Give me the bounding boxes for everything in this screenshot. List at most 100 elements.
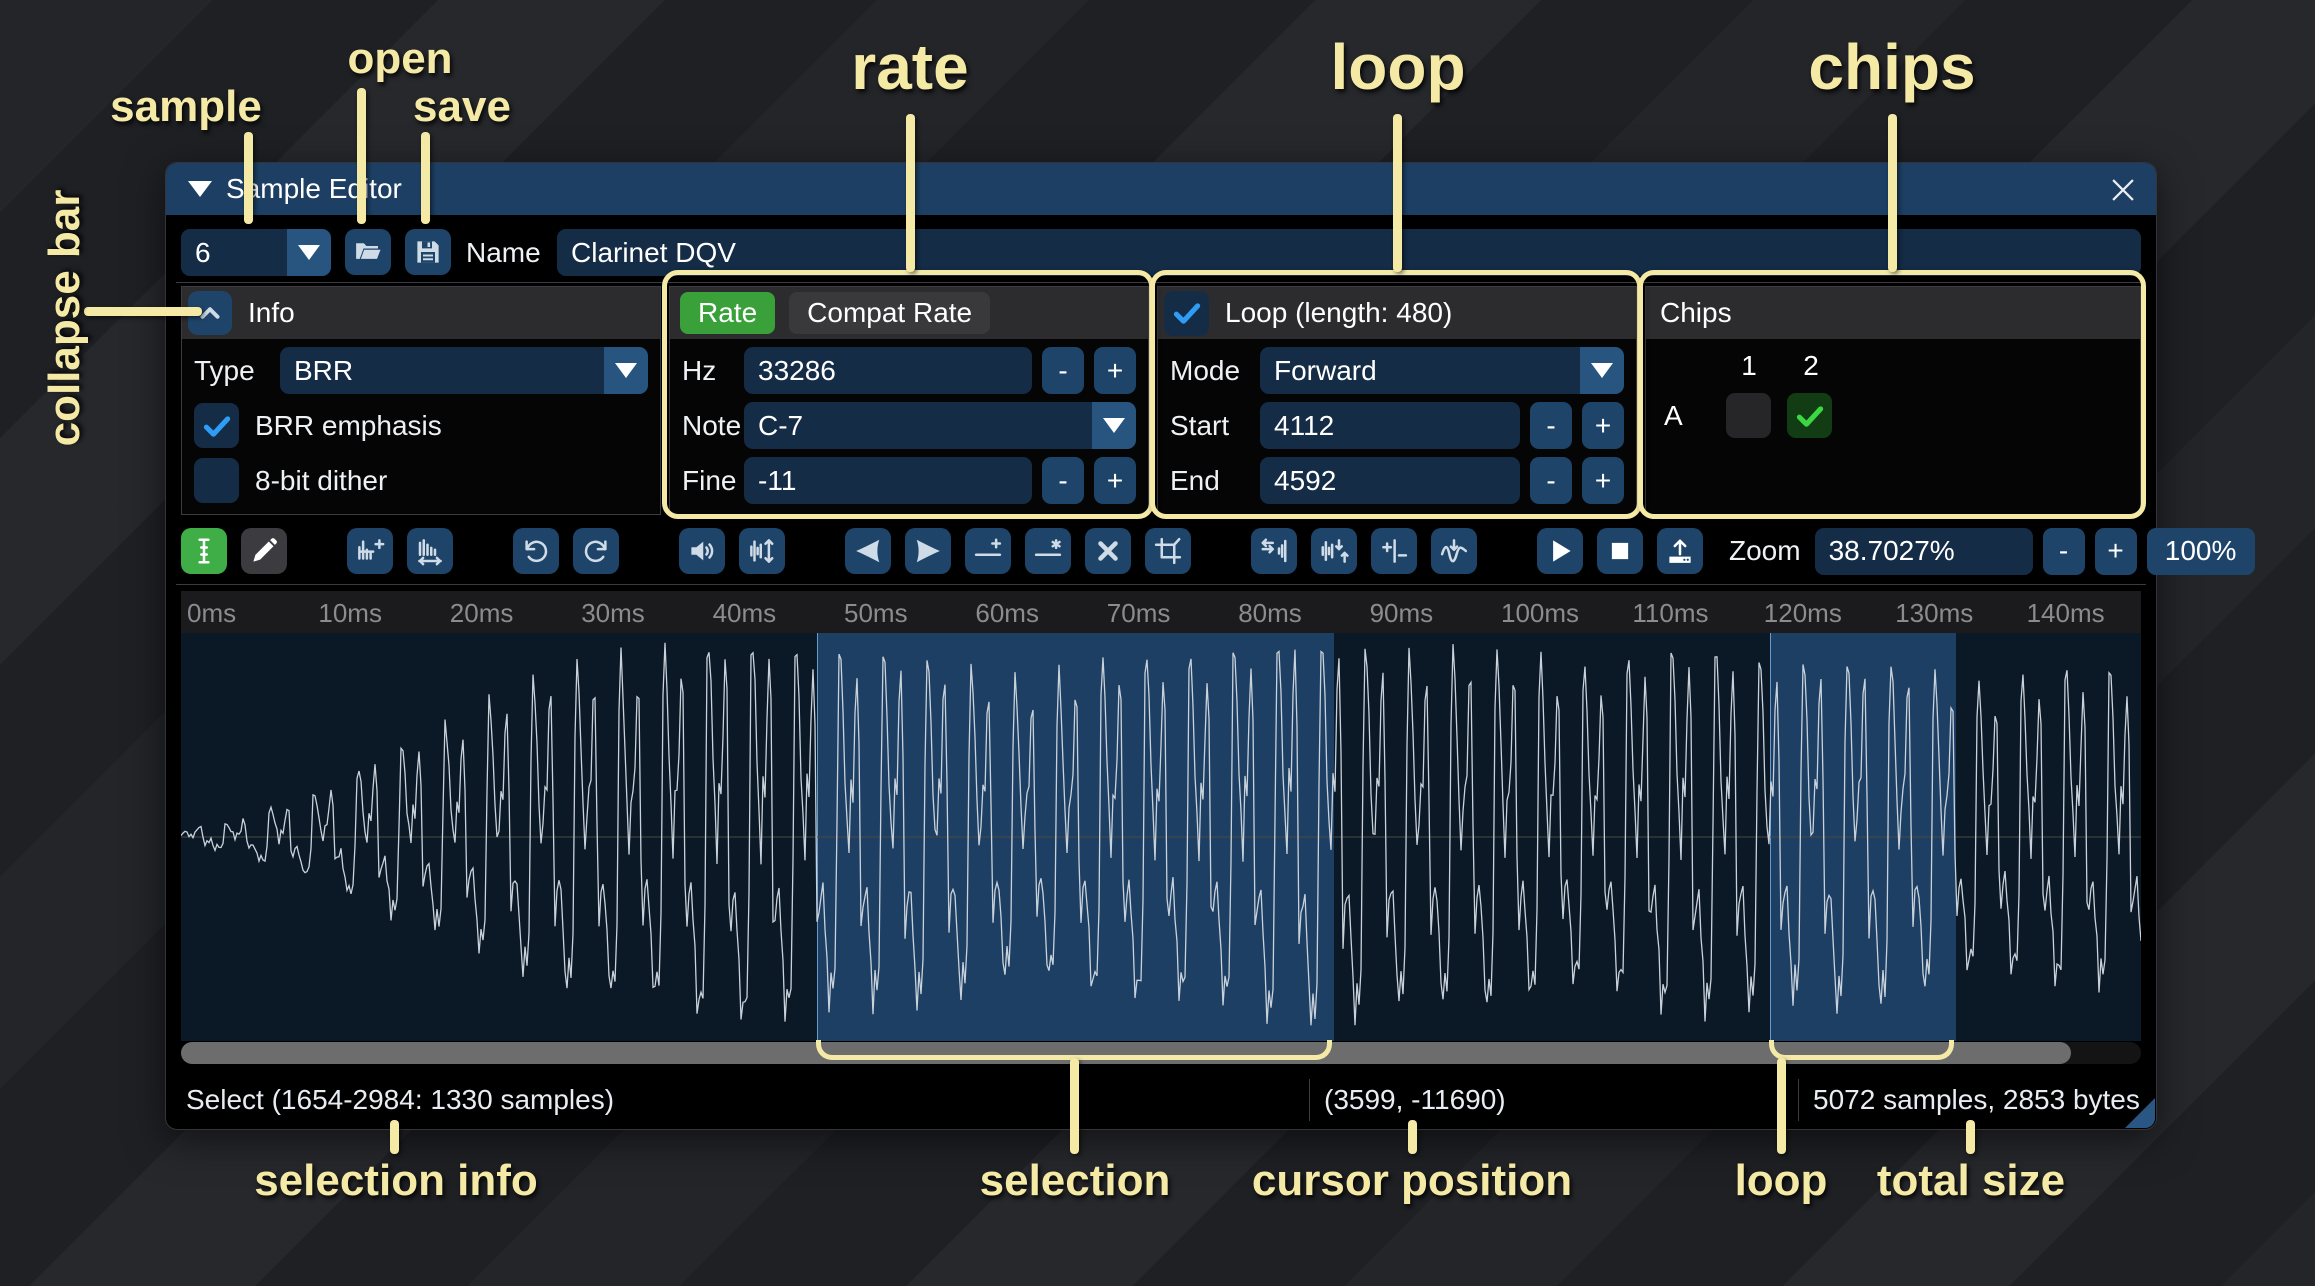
close-icon[interactable]: [2106, 173, 2140, 207]
annotation-line-chips: [1888, 114, 1897, 272]
stop-preview-button[interactable]: [1597, 528, 1643, 574]
annotation-outline-chips: [1638, 270, 2146, 519]
fade-out-button[interactable]: [905, 528, 951, 574]
cursor-position-text: (3599, -11690): [1324, 1084, 1506, 1116]
redo-button[interactable]: [573, 528, 619, 574]
ruler-label: 140ms: [2027, 598, 2105, 629]
annotation-save: save: [413, 82, 511, 132]
zoom-label: Zoom: [1729, 535, 1801, 567]
ruler-label: 40ms: [713, 598, 777, 629]
resize-icon: [355, 536, 385, 566]
annotation-bracket-loop: [1769, 1040, 1954, 1060]
preview-button[interactable]: [1537, 528, 1583, 574]
sample-name-value: Clarinet DQV: [571, 237, 736, 269]
insert-silence-button[interactable]: [965, 528, 1011, 574]
folder-open-icon: [353, 237, 383, 267]
ruler-label: 80ms: [1238, 598, 1302, 629]
ruler-label: 20ms: [450, 598, 514, 629]
ruler-label: 70ms: [1107, 598, 1171, 629]
type-row: Type BRR: [194, 347, 648, 394]
trim-icon: [1153, 536, 1183, 566]
dither-label: 8-bit dither: [255, 465, 387, 497]
annotation-line-save: [421, 132, 430, 224]
ruler-label: 130ms: [1895, 598, 1973, 629]
divider: [1309, 1079, 1310, 1121]
ruler-label: 10ms: [318, 598, 382, 629]
resample-icon: [415, 536, 445, 566]
window-resize-grip[interactable]: [2125, 1098, 2155, 1128]
apply-silence-icon: [1033, 536, 1063, 566]
fade-in-button[interactable]: [845, 528, 891, 574]
save-sample-button[interactable]: [405, 229, 451, 275]
sample-number: 6: [195, 237, 211, 269]
trim-button[interactable]: [1145, 528, 1191, 574]
fade-out-icon: [913, 536, 943, 566]
make-wavetable-button[interactable]: [1657, 528, 1703, 574]
amplify-icon: [687, 536, 717, 566]
annotation-rate: rate: [851, 30, 968, 104]
brr-emphasis-checkbox[interactable]: [194, 403, 239, 448]
ibeam-cursor-icon: [189, 536, 219, 566]
brr-emphasis-label: BRR emphasis: [255, 410, 442, 442]
titlebar[interactable]: Sample Editor: [166, 163, 2156, 215]
apply-silence-button[interactable]: [1025, 528, 1071, 574]
edit-mode-draw-button[interactable]: [241, 528, 287, 574]
normalize-button[interactable]: [739, 528, 785, 574]
annotation-open: open: [347, 34, 452, 84]
pencil-icon: [249, 536, 279, 566]
name-label: Name: [466, 237, 541, 269]
sample-name-input[interactable]: Clarinet DQV: [557, 229, 2141, 276]
zoom-out-button[interactable]: -: [2043, 528, 2085, 575]
time-ruler[interactable]: 0ms10ms20ms30ms40ms50ms60ms70ms80ms90ms1…: [181, 591, 2141, 633]
dropdown-arrow-icon[interactable]: [287, 229, 331, 276]
annotation-line-loop: [1393, 114, 1402, 272]
zoom-reset-button[interactable]: 100%: [2147, 528, 2255, 575]
edit-mode-select-button[interactable]: [181, 528, 227, 574]
zoom-in-button[interactable]: +: [2095, 528, 2137, 575]
reverse-icon: [1259, 536, 1289, 566]
resample-button[interactable]: [407, 528, 453, 574]
sign-icon: [1379, 536, 1409, 566]
annotation-stem-selection: [1070, 1058, 1079, 1154]
amplify-button[interactable]: [679, 528, 725, 574]
sample-select-dropdown[interactable]: 6: [181, 229, 331, 276]
annotation-line-sample: [244, 132, 253, 224]
annotation-line-collapse-bar: [84, 307, 202, 316]
annotation-line-open: [357, 88, 366, 224]
ruler-label: 120ms: [1764, 598, 1842, 629]
invert-button[interactable]: [1311, 528, 1357, 574]
upload-icon: [1665, 536, 1695, 566]
zoom-value: 38.7027%: [1829, 535, 1955, 567]
ruler-label: 60ms: [975, 598, 1039, 629]
annotation-line-cursor-position: [1408, 1120, 1417, 1154]
ruler-label: 50ms: [844, 598, 908, 629]
annotation-outline-rate: [662, 270, 1154, 519]
invert-icon: [1319, 536, 1349, 566]
dropdown-arrow-icon[interactable]: [604, 347, 648, 394]
window-collapse-icon[interactable]: [188, 181, 212, 197]
sign-button[interactable]: [1371, 528, 1417, 574]
type-dropdown[interactable]: BRR: [280, 347, 648, 394]
ruler-label: 90ms: [1370, 598, 1434, 629]
annotation-line-selection-info: [390, 1120, 399, 1154]
reverse-button[interactable]: [1251, 528, 1297, 574]
waveform-view[interactable]: [181, 633, 2141, 1041]
status-bar: Select (1654-2984: 1330 samples) (3599, …: [166, 1079, 2156, 1121]
undo-button[interactable]: [513, 528, 559, 574]
redo-icon: [581, 536, 611, 566]
delete-button[interactable]: [1085, 528, 1131, 574]
filter-button[interactable]: [1431, 528, 1477, 574]
open-sample-button[interactable]: [345, 229, 391, 275]
resize-button[interactable]: [347, 528, 393, 574]
dither-row: 8-bit dither: [194, 457, 648, 504]
waveform-plot: [181, 633, 2141, 1041]
annotation-total-size: total size: [1877, 1156, 2065, 1206]
fade-in-icon: [853, 536, 883, 566]
total-size-text: 5072 samples, 2853 bytes: [1813, 1084, 2140, 1116]
zoom-input[interactable]: 38.7027%: [1815, 528, 2033, 575]
floppy-disk-icon: [413, 237, 443, 267]
delete-icon: [1093, 536, 1123, 566]
dither-checkbox[interactable]: [194, 458, 239, 503]
type-label: Type: [194, 355, 280, 387]
filter-icon: [1439, 536, 1469, 566]
